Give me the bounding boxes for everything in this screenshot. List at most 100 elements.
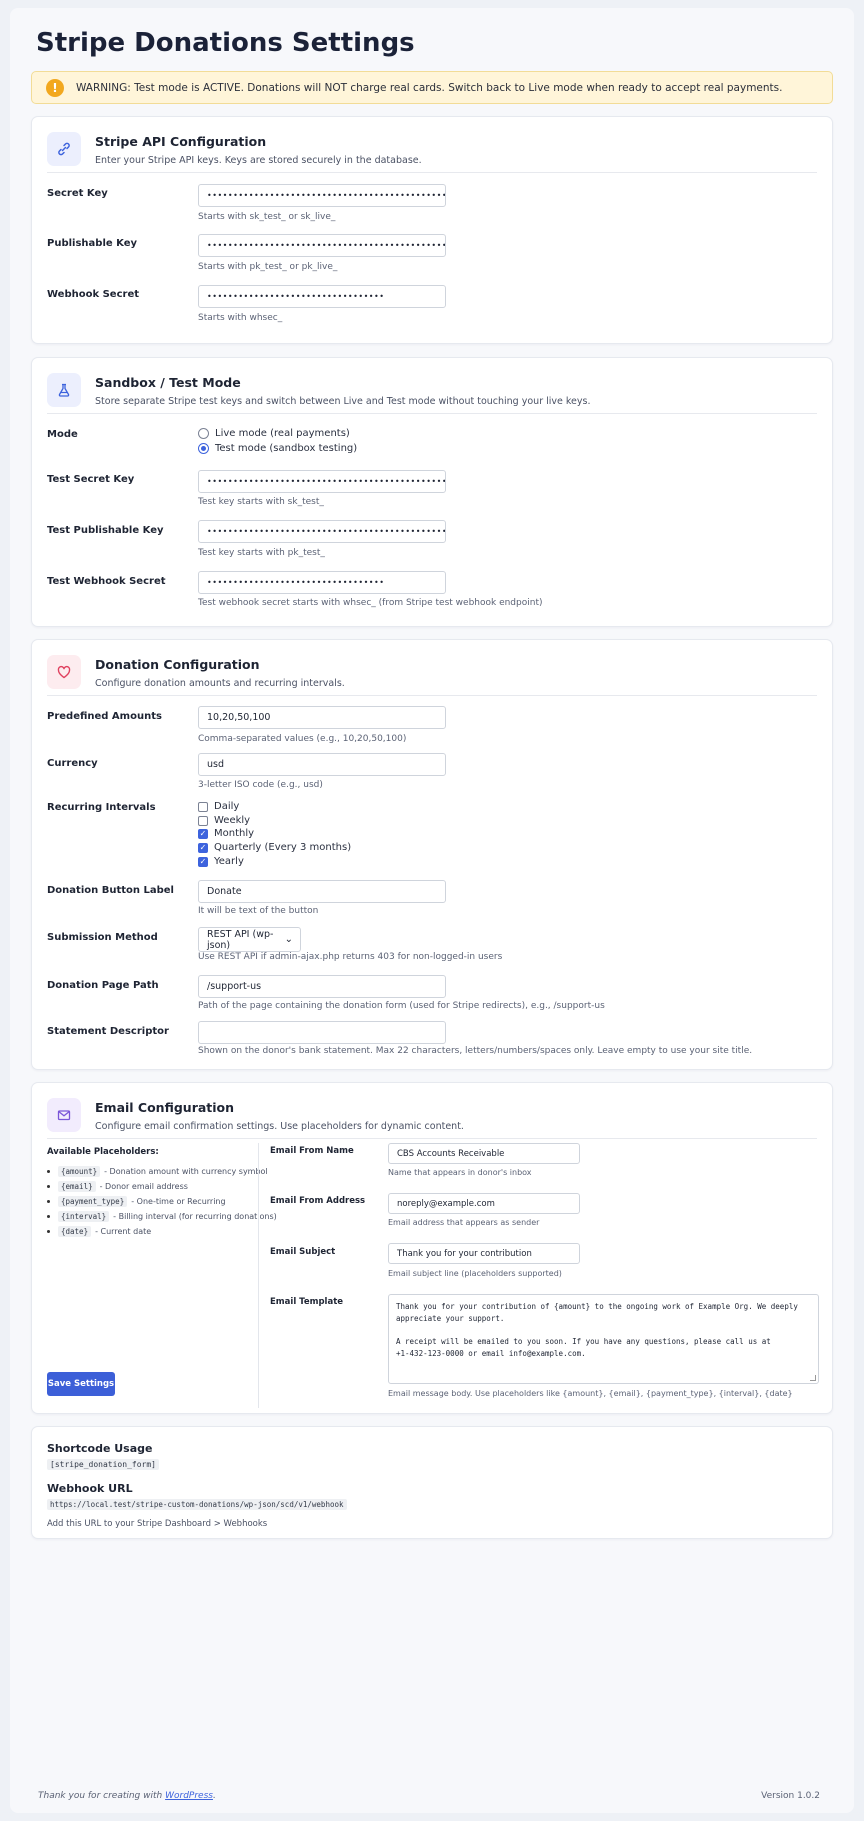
from-name-label: Email From Name: [270, 1146, 354, 1156]
page-path-hint: Path of the page containing the donation…: [198, 1001, 605, 1011]
divider: [47, 695, 817, 696]
radio-test[interactable]: [198, 443, 209, 454]
resize-handle-icon[interactable]: [810, 1375, 816, 1381]
test-webhook-secret-input[interactable]: ••••••••••••••••••••••••••••••••••: [198, 571, 446, 594]
webhook-secret-input[interactable]: ••••••••••••••••••••••••••••••••••: [198, 285, 446, 308]
checkbox-yearly[interactable]: ✓: [198, 856, 208, 867]
flask-icon: [47, 373, 81, 407]
currency-input[interactable]: usd: [198, 753, 446, 776]
publishable-key-input[interactable]: ••••••••••••••••••••••••••••••••••••••••…: [198, 234, 446, 257]
subject-hint: Email subject line (placeholders support…: [388, 1269, 562, 1278]
divider: [47, 172, 817, 173]
submission-method-label: Submission Method: [47, 932, 158, 943]
webhook-url-code[interactable]: https://local.test/stripe-custom-donatio…: [47, 1499, 351, 1510]
api-card-title: Stripe API Configuration: [95, 134, 267, 149]
amounts-input[interactable]: 10,20,50,100: [198, 706, 446, 729]
sandbox-card-subtitle: Store separate Stripe test keys and swit…: [95, 396, 591, 407]
test-secret-key-hint: Test key starts with sk_test_: [198, 497, 324, 507]
submission-method-select[interactable]: REST API (wp-json) ⌄: [198, 927, 301, 952]
publishable-key-hint: Starts with pk_test_ or pk_live_: [198, 262, 338, 272]
submission-method-hint: Use REST API if admin-ajax.php returns 4…: [198, 952, 503, 962]
live-mode-radio[interactable]: Live mode (real payments): [198, 428, 350, 439]
donation-card-subtitle: Configure donation amounts and recurring…: [95, 678, 345, 689]
divider: [47, 413, 817, 414]
from-address-input[interactable]: noreply@example.com: [388, 1193, 580, 1214]
checkbox-quarterly[interactable]: ✓: [198, 842, 208, 853]
warning-icon: !: [46, 78, 64, 97]
warning-text: WARNING: Test mode is ACTIVE. Donations …: [76, 81, 783, 94]
checkbox-monthly[interactable]: ✓: [198, 828, 208, 839]
email-card-title: Email Configuration: [95, 1100, 235, 1115]
save-settings-button[interactable]: Save Settings: [47, 1372, 115, 1396]
from-address-hint: Email address that appears as sender: [388, 1218, 540, 1227]
statement-descriptor-input[interactable]: [198, 1021, 446, 1044]
wordpress-link[interactable]: WordPress: [165, 1791, 213, 1801]
link-icon: [47, 132, 81, 166]
subject-input[interactable]: Thank you for your contribution: [388, 1243, 580, 1264]
radio-live[interactable]: [198, 428, 209, 439]
placeholder-item: {email} - Donor email address: [47, 1181, 188, 1192]
button-label-input[interactable]: Donate: [198, 880, 446, 903]
mode-label: Mode: [47, 429, 78, 440]
subject-label: Email Subject: [270, 1247, 336, 1257]
currency-hint: 3-letter ISO code (e.g., usd): [198, 780, 323, 790]
template-label: Email Template: [270, 1297, 344, 1307]
from-name-input[interactable]: CBS Accounts Receivable: [388, 1143, 580, 1164]
webhook-secret-label: Webhook Secret: [47, 289, 140, 300]
button-label-label: Donation Button Label: [47, 885, 174, 896]
chevron-down-icon: ⌄: [284, 934, 293, 945]
test-publishable-key-hint: Test key starts with pk_test_: [198, 548, 325, 558]
donation-card: Donation Configuration Configure donatio…: [31, 639, 833, 1070]
footer-thanks: Thank you for creating with WordPress.: [38, 1791, 216, 1801]
webhook-secret-hint: Starts with whsec_: [198, 313, 283, 323]
interval-weekly[interactable]: Weekly: [198, 815, 250, 826]
test-webhook-secret-hint: Test webhook secret starts with whsec_ (…: [198, 598, 543, 608]
shortcode-card: Shortcode Usage [stripe_donation_form] W…: [31, 1426, 833, 1539]
page-title: Stripe Donations Settings: [36, 28, 415, 58]
checkbox-weekly[interactable]: [198, 815, 208, 826]
interval-yearly[interactable]: ✓ Yearly: [198, 856, 244, 867]
page-path-label: Donation Page Path: [47, 980, 159, 991]
settings-page: Stripe Donations Settings ! WARNING: Tes…: [10, 8, 854, 1813]
email-card: Email Configuration Configure email conf…: [31, 1082, 833, 1414]
interval-daily[interactable]: Daily: [198, 801, 239, 812]
secret-key-input[interactable]: ••••••••••••••••••••••••••••••••••••••••…: [198, 184, 446, 207]
api-card-subtitle: Enter your Stripe API keys. Keys are sto…: [95, 155, 422, 166]
email-card-subtitle: Configure email confirmation settings. U…: [95, 1121, 464, 1132]
publishable-key-label: Publishable Key: [47, 238, 138, 249]
from-name-hint: Name that appears in donor's inbox: [388, 1168, 532, 1177]
placeholders-title: Available Placeholders:: [47, 1147, 159, 1157]
page-path-input[interactable]: /support-us: [198, 975, 446, 998]
placeholder-item: {payment_type} - One-time or Recurring: [47, 1196, 226, 1207]
divider: [47, 1138, 817, 1139]
interval-monthly[interactable]: ✓ Monthly: [198, 828, 254, 839]
heart-icon: [47, 655, 81, 689]
test-secret-key-label: Test Secret Key: [47, 474, 135, 485]
placeholder-item: {amount} - Donation amount with currency …: [47, 1166, 268, 1177]
column-divider: [258, 1143, 259, 1408]
interval-quarterly[interactable]: ✓ Quarterly (Every 3 months): [198, 842, 351, 853]
donation-card-title: Donation Configuration: [95, 657, 260, 672]
test-mode-radio[interactable]: Test mode (sandbox testing): [198, 443, 357, 454]
api-config-card: Stripe API Configuration Enter your Stri…: [31, 116, 833, 344]
secret-key-label: Secret Key: [47, 188, 108, 199]
sandbox-card-title: Sandbox / Test Mode: [95, 375, 241, 390]
from-address-label: Email From Address: [270, 1196, 366, 1206]
test-webhook-secret-label: Test Webhook Secret: [47, 576, 166, 587]
shortcode-code[interactable]: [stripe_donation_form]: [47, 1459, 163, 1470]
button-label-hint: It will be text of the button: [198, 906, 319, 916]
placeholder-item: {interval} - Billing interval (for recurr…: [47, 1211, 277, 1222]
test-secret-key-input[interactable]: ••••••••••••••••••••••••••••••••••••••••…: [198, 470, 446, 493]
statement-descriptor-hint: Shown on the donor's bank statement. Max…: [198, 1046, 753, 1056]
currency-label: Currency: [47, 758, 98, 769]
intervals-label: Recurring Intervals: [47, 802, 156, 813]
checkbox-daily[interactable]: [198, 801, 208, 812]
mail-icon: [47, 1098, 81, 1132]
template-textarea[interactable]: Thank you for your contribution of {amou…: [388, 1294, 819, 1384]
secret-key-hint: Starts with sk_test_ or sk_live_: [198, 212, 336, 222]
footer-version: Version 1.0.2: [761, 1791, 820, 1801]
statement-descriptor-label: Statement Descriptor: [47, 1026, 169, 1037]
placeholder-item: {date} - Current date: [47, 1226, 151, 1237]
template-hint: Email message body. Use placeholders lik…: [388, 1389, 793, 1398]
test-publishable-key-input[interactable]: ••••••••••••••••••••••••••••••••••••••••…: [198, 520, 446, 543]
